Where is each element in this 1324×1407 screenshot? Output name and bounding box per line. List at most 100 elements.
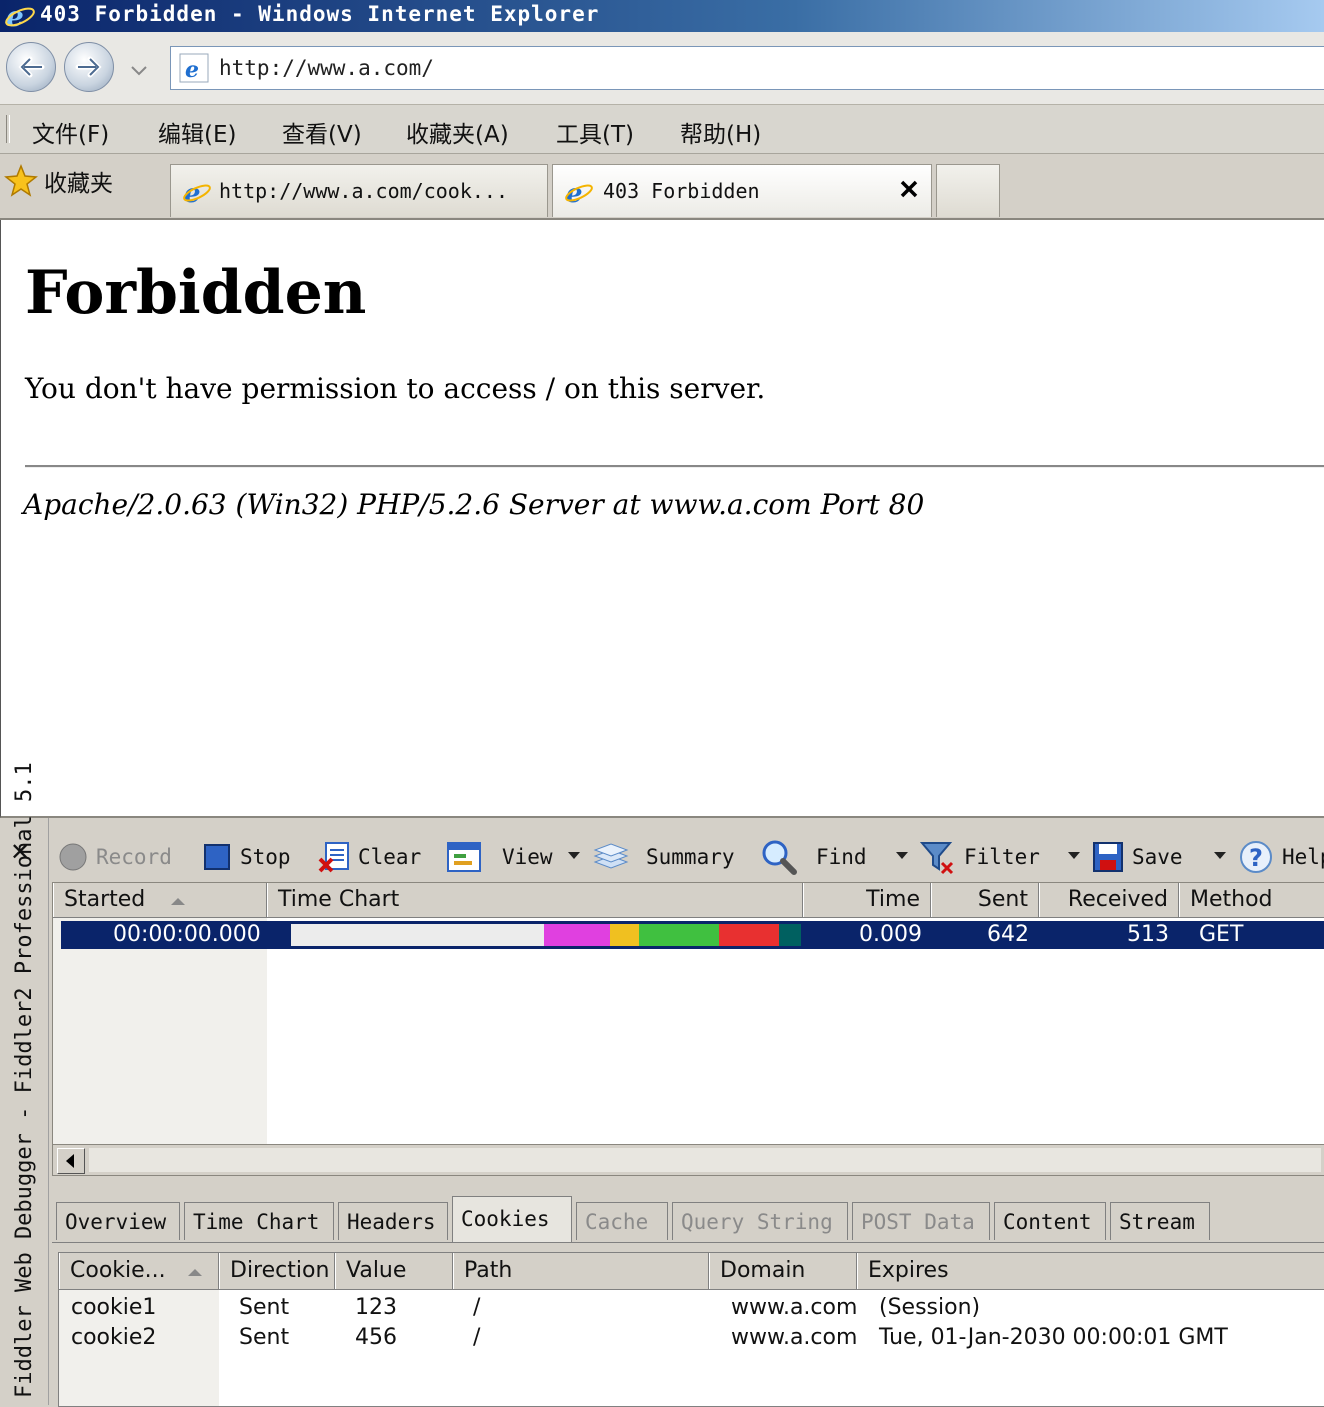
stop-icon	[204, 844, 230, 870]
col-domain[interactable]: Domain	[709, 1253, 857, 1289]
magnifier-icon	[762, 840, 797, 875]
recent-pages-dropdown[interactable]	[130, 62, 148, 81]
tab-forbidden[interactable]: e 403 Forbidden	[552, 164, 932, 217]
tab-ie-icon: e	[563, 177, 595, 211]
save-label: Save	[1132, 845, 1183, 869]
error-message: You don't have permission to access / on…	[25, 372, 766, 405]
cookie-name: cookie1	[71, 1295, 157, 1320]
clear-icon	[318, 842, 349, 873]
tab-content[interactable]: Content	[994, 1202, 1106, 1240]
tab-cache[interactable]: Cache	[576, 1202, 668, 1240]
page-ie-icon: e	[179, 53, 209, 87]
forward-button[interactable]	[64, 42, 114, 92]
tab-overview[interactable]: Overview	[56, 1202, 180, 1240]
tab-ie-icon: e	[181, 177, 213, 211]
view-button[interactable]: View	[446, 840, 553, 874]
time-chart-segment	[779, 924, 801, 946]
time-chart-segment	[719, 924, 779, 946]
col-sent[interactable]: Sent	[931, 883, 1039, 917]
col-method[interactable]: Method	[1179, 883, 1324, 917]
clear-button[interactable]: Clear	[318, 840, 421, 874]
summary-label: Summary	[646, 845, 735, 869]
col-cookie-name[interactable]: Cookie...	[59, 1253, 219, 1289]
find-button[interactable]: Find	[760, 840, 867, 875]
filter-button[interactable]: Filter	[920, 840, 1040, 875]
close-tab-icon[interactable]	[899, 179, 919, 203]
address-field[interactable]: e http://www.a.com/	[170, 46, 1324, 90]
scroll-left-arrow-icon[interactable]	[57, 1148, 85, 1174]
cookie-expires: Tue, 01-Jan-2030 00:00:01 GMT	[879, 1325, 1228, 1350]
sessions-grid: Started Time Chart Time Sent Received Me…	[52, 882, 1324, 1146]
session-time: 0.009	[859, 922, 922, 947]
menu-bar: 文件(F) 编辑(E) 查看(V) 收藏夹(A) 工具(T) 帮助(H)	[0, 105, 1324, 154]
tab-label: http://www.a.com/cook...	[219, 179, 508, 203]
menu-favorites[interactable]: 收藏夹(A)	[406, 115, 509, 149]
cookie-domain: www.a.com	[731, 1295, 858, 1320]
session-started: 00:00:00.000	[113, 922, 261, 947]
find-dropdown-caret[interactable]	[896, 852, 908, 859]
col-value[interactable]: Value	[335, 1253, 453, 1289]
help-button[interactable]: ? Help	[1238, 840, 1324, 874]
cookie-path: /	[473, 1325, 481, 1350]
summary-button[interactable]: Summary	[592, 840, 735, 874]
save-button[interactable]: Save	[1092, 840, 1183, 874]
col-path[interactable]: Path	[453, 1253, 709, 1289]
sessions-header: Started Time Chart Time Sent Received Me…	[53, 883, 1324, 918]
forward-arrow-icon	[75, 56, 102, 78]
col-started[interactable]: Started	[53, 883, 267, 917]
menu-file[interactable]: 文件(F)	[32, 115, 109, 149]
filter-funnel-icon	[920, 842, 954, 875]
session-method: GET	[1199, 922, 1244, 947]
col-received[interactable]: Received	[1039, 883, 1179, 917]
tab-post-data[interactable]: POST Data	[852, 1202, 990, 1240]
col-started-label: Started	[64, 887, 146, 912]
favorites-button[interactable]: 收藏夹	[4, 164, 113, 198]
scroll-track[interactable]	[89, 1148, 1321, 1172]
favorites-label: 收藏夹	[44, 171, 113, 197]
cookie-direction: Sent	[239, 1325, 290, 1350]
save-dropdown-caret[interactable]	[1214, 852, 1226, 859]
cookie-value: 123	[355, 1295, 397, 1320]
cookie-value: 456	[355, 1325, 397, 1350]
menu-tools[interactable]: 工具(T)	[556, 115, 634, 149]
filter-dropdown-caret[interactable]	[1068, 852, 1080, 859]
sort-up-icon	[187, 1269, 202, 1276]
session-row[interactable]: 00:00:00.000 0.009 642 513 GET	[61, 921, 1324, 949]
time-chart-segment	[639, 924, 719, 946]
back-button[interactable]	[6, 42, 56, 92]
menu-edit[interactable]: 编辑(E)	[158, 115, 236, 149]
clear-label: Clear	[358, 845, 422, 869]
fiddler-panel: ✕ Fiddler Web Debugger - Fiddler2 Profes…	[0, 762, 1324, 1407]
menu-view[interactable]: 查看(V)	[282, 115, 362, 149]
session-received: 513	[1127, 922, 1169, 947]
cookie-row[interactable]: cookie2 Sent 456 / www.a.com Tue, 01-Jan…	[59, 1323, 1324, 1353]
svg-text:?: ?	[1249, 844, 1263, 872]
page-heading: Forbidden	[25, 258, 367, 328]
started-column-shade	[53, 918, 267, 1145]
new-tab-button[interactable]	[936, 164, 1000, 217]
fiddler-toolbar: Record Stop Clear View Summary Find Filt…	[52, 832, 1324, 882]
divider	[25, 465, 1324, 468]
sessions-horizontal-scrollbar[interactable]	[52, 1144, 1324, 1176]
col-time[interactable]: Time	[803, 883, 931, 917]
view-dropdown-caret[interactable]	[568, 852, 580, 859]
record-label: Record	[96, 845, 172, 869]
col-time-chart[interactable]: Time Chart	[267, 883, 803, 917]
page-content: Forbidden You don't have permission to a…	[0, 220, 1324, 818]
tab-cookie-page[interactable]: e http://www.a.com/cook...	[170, 164, 548, 217]
tab-query-string[interactable]: Query String	[672, 1202, 848, 1240]
tab-time-chart[interactable]: Time Chart	[184, 1202, 334, 1240]
chevron-down-icon	[131, 66, 147, 76]
tab-cookies[interactable]: Cookies	[452, 1196, 572, 1242]
cookie-row[interactable]: cookie1 Sent 123 / www.a.com (Session)	[59, 1293, 1324, 1323]
stop-button[interactable]: Stop	[202, 840, 291, 874]
filter-label: Filter	[964, 845, 1040, 869]
tab-headers[interactable]: Headers	[338, 1202, 448, 1240]
menu-help[interactable]: 帮助(H)	[680, 115, 761, 149]
help-question-icon: ?	[1240, 841, 1272, 873]
record-button[interactable]: Record	[58, 840, 172, 874]
tab-stream[interactable]: Stream	[1110, 1202, 1210, 1240]
menu-grip	[6, 115, 10, 143]
col-direction[interactable]: Direction	[219, 1253, 335, 1289]
col-expires[interactable]: Expires	[857, 1253, 1324, 1289]
